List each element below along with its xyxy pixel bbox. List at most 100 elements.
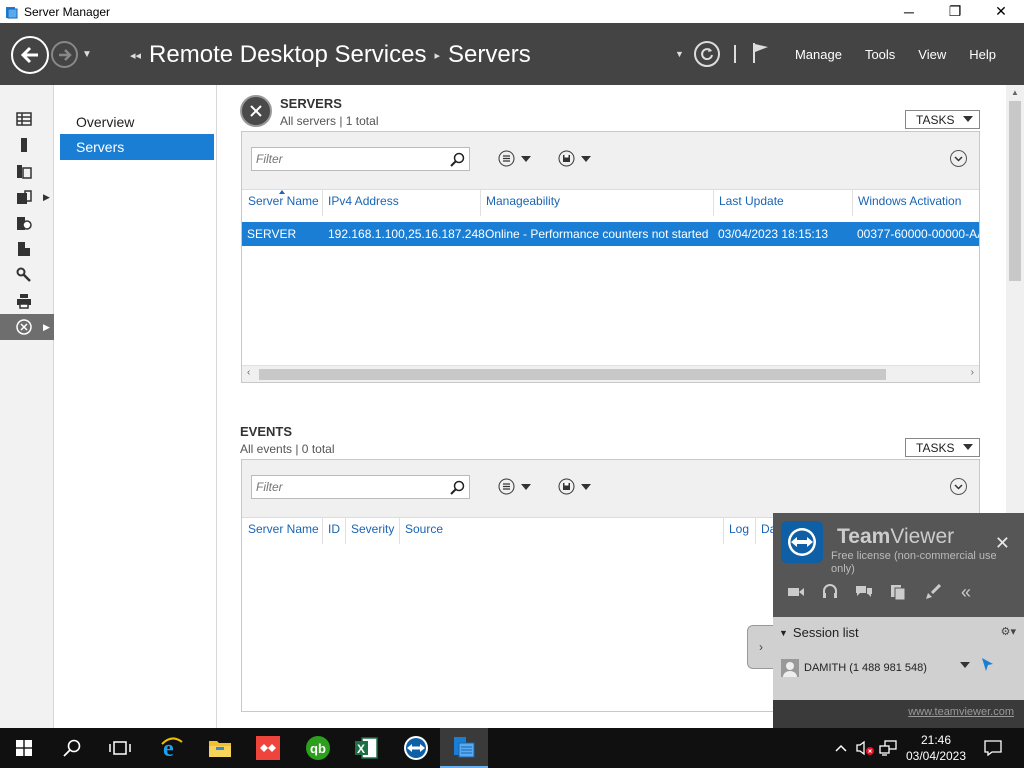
taskbar-excel[interactable]: X [342, 728, 390, 768]
taskbar-teamviewer[interactable] [392, 728, 440, 768]
refresh-button[interactable] [693, 41, 720, 67]
column-header-id[interactable]: ID [328, 522, 340, 536]
double-chevron-left-icon[interactable]: « [957, 582, 975, 602]
subnav-item-servers[interactable]: Servers [60, 134, 214, 160]
session-list-header[interactable]: ▼ Session list [779, 625, 859, 640]
breadcrumb-root[interactable]: Remote Desktop Services [149, 41, 426, 69]
taskbar-anydesk[interactable] [244, 728, 292, 768]
network-tray-button[interactable] [878, 728, 898, 768]
search-icon[interactable] [450, 152, 465, 167]
rail-item-iis[interactable] [0, 210, 54, 236]
server-group-icon [18, 242, 30, 256]
expand-arrow-icon[interactable]: ▶ [43, 192, 50, 203]
column-separator [345, 518, 346, 544]
connect-pointer-icon[interactable] [981, 657, 995, 673]
close-button[interactable]: ✕ [978, 0, 1024, 23]
minimize-button[interactable]: ─ [886, 0, 932, 23]
save-icon [558, 478, 575, 495]
notifications-flag-icon[interactable] [752, 42, 770, 67]
maximize-button[interactable]: ❐ [932, 0, 978, 23]
events-collapse-button[interactable] [950, 478, 967, 495]
servers-save-query-button[interactable] [558, 150, 591, 167]
scrollbar-thumb[interactable] [1009, 101, 1021, 281]
column-header-windows-activation[interactable]: Windows Activation [858, 194, 961, 208]
menu-manage[interactable]: Manage [795, 47, 842, 62]
taskbar-file-explorer[interactable] [196, 728, 244, 768]
column-header-server-name[interactable]: Server Name [248, 522, 319, 536]
breadcrumb-back-icon[interactable]: ◂◂ [130, 49, 141, 62]
horizontal-scrollbar[interactable]: ‹ › [242, 365, 979, 382]
events-filter-input[interactable] [256, 480, 436, 494]
scroll-right-icon[interactable]: › [971, 367, 974, 378]
chat-icon[interactable] [855, 583, 873, 601]
history-dropdown[interactable]: ▼ [82, 49, 92, 60]
taskbar-server-manager[interactable] [440, 728, 488, 768]
rail-item-file-storage[interactable]: ▶ [0, 184, 54, 210]
taskbar-quickbooks[interactable]: qb [294, 728, 342, 768]
menu-view[interactable]: View [918, 47, 946, 62]
column-header-last-update[interactable]: Last Update [719, 194, 784, 208]
servers-filter-input[interactable] [256, 152, 436, 166]
column-header-manageability[interactable]: Manageability [486, 194, 560, 208]
session-item[interactable]: DAMITH (1 488 981 548) [781, 659, 927, 677]
copy-files-icon[interactable] [889, 583, 907, 601]
rail-item-dashboard[interactable] [0, 106, 54, 132]
task-view-button[interactable] [96, 728, 144, 768]
column-header-server-name[interactable]: Server Name [248, 194, 319, 208]
headset-icon[interactable] [821, 583, 839, 601]
expand-arrow-icon[interactable]: ▶ [43, 322, 50, 333]
taskbar-clock[interactable]: 21:46 03/04/2023 [898, 732, 974, 764]
refresh-dropdown-caret[interactable]: ▼ [675, 49, 684, 59]
search-icon[interactable] [450, 480, 465, 495]
servers-collapse-button[interactable] [950, 150, 967, 167]
teamviewer-collapse-tab[interactable]: › [747, 625, 774, 669]
servers-filter-box[interactable] [251, 147, 470, 171]
subnav-item-overview[interactable]: Overview [60, 109, 214, 135]
file-explorer-icon [209, 741, 231, 757]
column-separator [723, 518, 724, 544]
volume-tray-button[interactable] [854, 728, 876, 768]
back-button[interactable] [11, 36, 49, 74]
teamviewer-icon [404, 736, 428, 760]
chevron-up-icon [835, 744, 847, 752]
servers-list-view-button[interactable] [498, 150, 531, 167]
servers-tasks-button[interactable]: TASKS [905, 110, 980, 129]
column-header-log[interactable]: Log [729, 522, 749, 536]
events-list-view-button[interactable] [498, 478, 531, 495]
gear-icon[interactable]: ⚙▾ [1001, 625, 1016, 638]
scrollbar-thumb[interactable] [259, 369, 886, 380]
table-row[interactable]: SERVER 192.168.1.100,25.16.187.248 Onlin… [242, 222, 979, 246]
menu-tools[interactable]: Tools [865, 47, 895, 62]
session-dropdown-caret[interactable] [960, 662, 970, 668]
rail-item-print-services[interactable] [0, 288, 54, 314]
column-header-source[interactable]: Source [405, 522, 443, 536]
scroll-left-icon[interactable]: ‹ [247, 367, 250, 378]
rail-item-remote-desktop-services[interactable]: ▶ [0, 314, 54, 340]
notification-icon [984, 740, 1002, 756]
tools-brush-icon[interactable] [923, 583, 941, 601]
scroll-up-icon[interactable]: ▲ [1006, 85, 1024, 101]
rail-item-server-group[interactable] [0, 236, 54, 262]
rail-item-all-servers[interactable] [0, 158, 54, 184]
column-header-ipv4[interactable]: IPv4 Address [328, 194, 399, 208]
start-button[interactable] [0, 728, 48, 768]
events-filter-box[interactable] [251, 475, 470, 499]
teamviewer-close-icon[interactable]: ✕ [995, 533, 1010, 554]
action-center-button[interactable] [978, 728, 1008, 768]
taskbar-internet-explorer[interactable]: e [148, 728, 196, 768]
events-save-query-button[interactable] [558, 478, 591, 495]
events-tasks-button[interactable]: TASKS [905, 438, 980, 457]
video-camera-icon[interactable] [787, 583, 805, 601]
servers-panel: Server Name IPv4 Address Manageability L… [241, 131, 980, 383]
rail-item-tools[interactable] [0, 262, 54, 288]
teamviewer-footer: www.teamviewer.com [773, 700, 1024, 728]
excel-icon: X [355, 737, 378, 759]
clock-date: 03/04/2023 [905, 749, 967, 763]
forward-button[interactable] [51, 41, 78, 68]
menu-help[interactable]: Help [969, 47, 996, 62]
rail-item-local-server[interactable] [0, 132, 54, 158]
show-hidden-icons-button[interactable] [832, 728, 850, 768]
taskbar-search-button[interactable] [48, 728, 96, 768]
teamviewer-website-link[interactable]: www.teamviewer.com [908, 706, 1014, 718]
column-header-severity[interactable]: Severity [351, 522, 394, 536]
